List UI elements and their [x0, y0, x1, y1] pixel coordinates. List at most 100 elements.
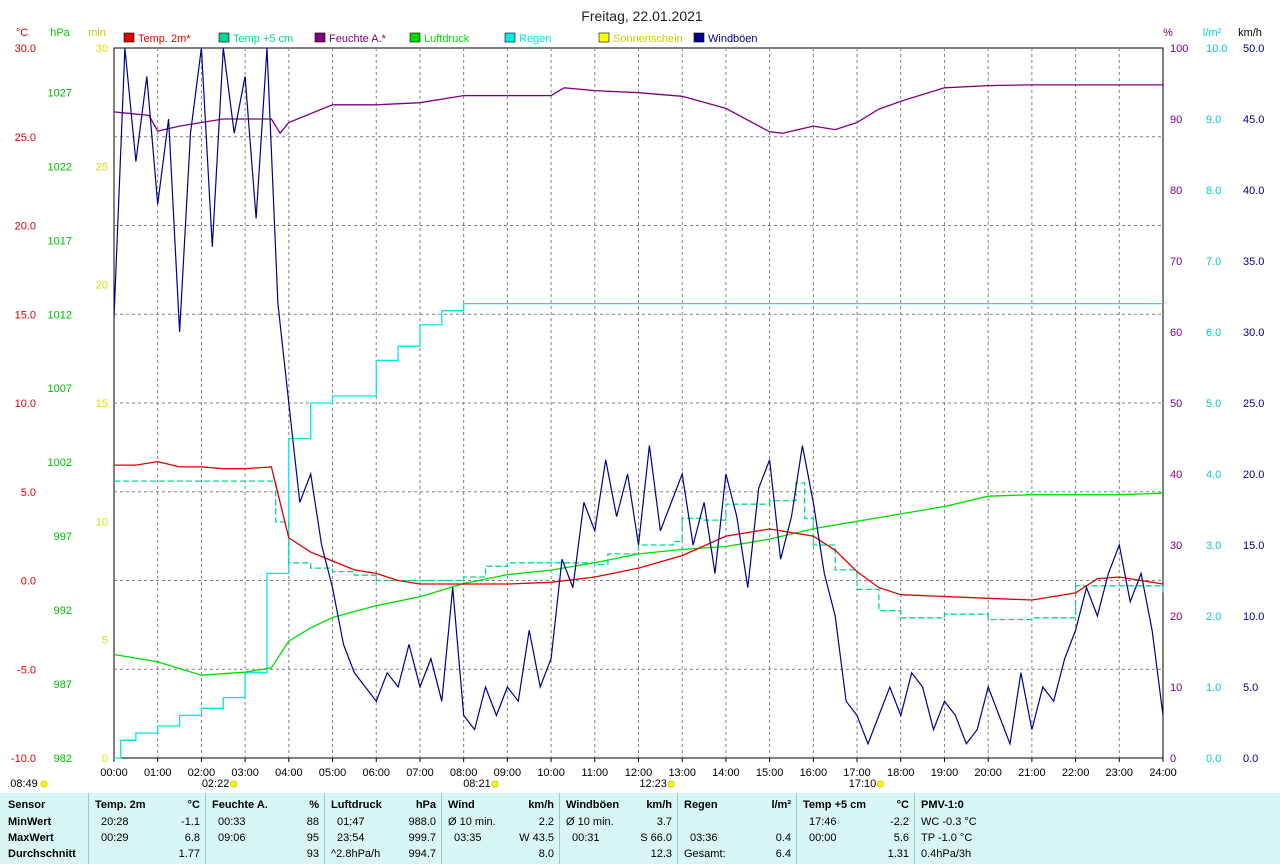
legend-label: Windböen — [708, 33, 758, 45]
x-tick: 22:00 — [1062, 767, 1090, 779]
wind-10min-label: Ø 10 min. — [448, 816, 496, 828]
rain-unit-label: l/m² — [1203, 27, 1222, 39]
legend-label: Regen — [519, 33, 551, 45]
legend-swatch — [218, 32, 230, 43]
humidity-max-value: 95 — [306, 832, 319, 844]
legend-label: Luftdruck — [424, 33, 470, 45]
x-tick: 01:00 — [144, 767, 172, 779]
pmv-dewpoint: TP -1.0 °C — [921, 832, 973, 844]
x-tick: 05:00 — [319, 767, 347, 779]
temp5cm-min-value: -2.2 — [890, 816, 909, 828]
temp2m-max-value: 6.8 — [184, 832, 200, 844]
temp2m-min-time: 20:28 — [101, 816, 129, 828]
x-tick: 23:00 — [1106, 767, 1134, 779]
temp2m-unit: °C — [187, 799, 200, 811]
rain-tick: 3.0 — [1206, 540, 1221, 552]
sunshine-tick: 20 — [96, 280, 108, 292]
humidity-tick: 50 — [1170, 398, 1182, 410]
x-tick: 15:00 — [756, 767, 784, 779]
temp5cm-avg: 1.31 — [887, 848, 909, 860]
legend-label: Sonnenschein — [613, 33, 683, 45]
sun-marker-label: 12:23 — [639, 778, 667, 790]
pressure-tick: 982 — [54, 753, 72, 765]
x-tick: 21:00 — [1018, 767, 1046, 779]
gusts-avg: 12.3 — [650, 848, 672, 860]
x-tick: 19:00 — [931, 767, 959, 779]
temp-tick: 0.0 — [21, 576, 36, 588]
wind-unit: km/h — [528, 799, 554, 811]
x-tick: 09:00 — [494, 767, 522, 779]
rain-tick: 5.0 — [1206, 398, 1221, 410]
wind-tick: 20.0 — [1243, 469, 1264, 481]
wind-avg: 8.0 — [538, 848, 554, 860]
pressure-min-time: 01:47 — [337, 816, 365, 828]
sunshine-tick: 0 — [102, 753, 108, 765]
rain-header: Regen — [684, 799, 718, 811]
humidity-tick: 80 — [1170, 185, 1182, 197]
pressure-avg: 994.7 — [408, 848, 436, 860]
pmv-windchill: WC -0.3 °C — [921, 816, 977, 828]
sunshine-tick: 5 — [102, 635, 108, 647]
humidity-unit-label: % — [1163, 27, 1173, 39]
sun-icon — [230, 780, 238, 788]
temp5cm-max-time: 00:00 — [809, 832, 837, 844]
x-tick: 11:00 — [581, 767, 608, 779]
stats-col-rain: Regen l/m² 03:36 0.4 Gesamt: 6.4 — [677, 793, 797, 864]
legend-swatch — [123, 32, 135, 43]
legend-swatch — [693, 32, 705, 43]
wind-header: Wind — [448, 799, 475, 811]
pressure-tick: 1017 — [48, 235, 72, 247]
humidity-unit: % — [309, 799, 319, 811]
gusts-10min-label: Ø 10 min. — [566, 816, 614, 828]
humidity-tick: 30 — [1170, 540, 1182, 552]
pressure-header: Luftdruck — [331, 799, 382, 811]
temp-unit-label: °C — [16, 27, 28, 39]
temp-tick: 30.0 — [15, 43, 36, 55]
wind-max-time: 03:35 — [454, 832, 482, 844]
x-tick: 18:00 — [887, 767, 915, 779]
rain-tick: 9.0 — [1206, 114, 1221, 126]
x-tick: 10:00 — [537, 767, 565, 779]
pressure-tick: 992 — [54, 605, 72, 617]
pressure-tick: 987 — [54, 679, 72, 691]
wind-unit-label: km/h — [1238, 27, 1262, 39]
humidity-tick: 60 — [1170, 327, 1182, 339]
pmv-trend: 0.4hPa/3h — [921, 848, 972, 860]
x-tick: 00:00 — [100, 767, 128, 779]
stats-col-pmv: PMV-1:0 WC -0.3 °C TP -1.0 °C 0.4hPa/3h — [914, 793, 1280, 864]
sun-icon — [667, 780, 675, 788]
wind-tick: 50.0 — [1243, 43, 1264, 55]
wind-tick: 10.0 — [1243, 611, 1264, 623]
rain-max-time: 03:36 — [690, 832, 718, 844]
temp-tick: 20.0 — [15, 221, 36, 233]
x-tick: 14:00 — [712, 767, 740, 779]
rain-tick: 8.0 — [1206, 185, 1221, 197]
stats-col-pressure: Luftdruck hPa 01:47 988.0 23:54 999.7 ^2.8h… — [324, 793, 442, 864]
pressure-unit: hPa — [415, 799, 436, 811]
pressure-tick: 1007 — [48, 383, 72, 395]
rain-tick: 4.0 — [1206, 469, 1221, 481]
x-tick: 07:00 — [406, 767, 434, 779]
sun-icon — [40, 780, 48, 788]
legend-swatch — [598, 32, 610, 43]
legend-swatch — [504, 32, 516, 43]
rain-tick: 6.0 — [1206, 327, 1221, 339]
rain-tick: 7.0 — [1206, 256, 1221, 268]
pressure-max-time: 23:54 — [337, 832, 365, 844]
sun-marker-label: 17:10 — [849, 778, 877, 790]
legend-swatch — [314, 32, 326, 43]
sunshine-tick: 15 — [96, 398, 108, 410]
temp2m-avg: 1.77 — [178, 848, 200, 860]
temp2m-max-time: 00:29 — [101, 832, 129, 844]
temp-tick: 15.0 — [15, 309, 36, 321]
humidity-avg: 93 — [306, 848, 319, 860]
stats-col-temp2m: Temp. 2m °C 20:28 -1.1 00:29 6.8 1.77 — [88, 793, 206, 864]
wind-tick: 40.0 — [1243, 185, 1264, 197]
sunshine-tick: 25 — [96, 161, 108, 173]
x-tick: 24:00 — [1149, 767, 1177, 779]
stats-col-humidity: Feuchte A.% 00:33 88 09:06 95 93 — [205, 793, 325, 864]
humidity-tick: 0 — [1170, 753, 1176, 765]
x-tick: 03:00 — [231, 767, 259, 779]
rain-tick: 10.0 — [1206, 43, 1227, 55]
gusts-unit: km/h — [646, 799, 672, 811]
